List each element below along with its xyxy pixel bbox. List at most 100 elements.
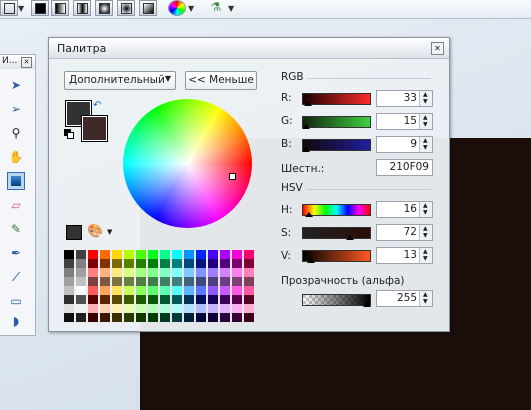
color-mode-arrow-icon[interactable]: ▼ xyxy=(188,4,194,13)
gradient-radial-button[interactable] xyxy=(117,0,135,16)
color-swatch[interactable] xyxy=(136,286,146,295)
h-slider-thumb[interactable] xyxy=(305,212,313,217)
v-stepper[interactable]: 13 ▲ ▼ xyxy=(376,247,433,264)
alpha-stepper[interactable]: 255 ▲ ▼ xyxy=(376,290,433,307)
color-swatch[interactable] xyxy=(172,250,182,259)
color-swatch[interactable] xyxy=(100,268,110,277)
color-swatch[interactable] xyxy=(208,250,218,259)
color-swatch[interactable] xyxy=(148,268,158,277)
color-swatch[interactable] xyxy=(124,259,134,268)
color-mode-icon[interactable] xyxy=(168,0,186,16)
color-swatch[interactable] xyxy=(112,259,122,268)
color-swatch[interactable] xyxy=(148,250,158,259)
palette-close-icon[interactable]: ✕ xyxy=(431,42,444,55)
color-swatch[interactable] xyxy=(124,277,134,286)
color-swatch[interactable] xyxy=(184,250,194,259)
color-swatch[interactable] xyxy=(76,313,86,322)
color-swatch[interactable] xyxy=(244,277,254,286)
b-stepper[interactable]: 9 ▲ ▼ xyxy=(376,136,433,153)
color-swatch[interactable] xyxy=(136,277,146,286)
color-swatch[interactable] xyxy=(196,250,206,259)
color-swatch[interactable] xyxy=(64,304,74,313)
color-swatch[interactable] xyxy=(124,268,134,277)
color-swatch[interactable] xyxy=(184,286,194,295)
color-swatch[interactable] xyxy=(208,286,218,295)
color-swatch[interactable] xyxy=(232,286,242,295)
v-slider-thumb[interactable] xyxy=(307,258,315,263)
b-slider[interactable] xyxy=(302,139,371,151)
color-swatch[interactable] xyxy=(136,313,146,322)
color-swatch[interactable] xyxy=(196,295,206,304)
color-swatch[interactable] xyxy=(100,259,110,268)
color-swatch[interactable] xyxy=(100,250,110,259)
flask-arrow-icon[interactable]: ▼ xyxy=(228,4,234,13)
color-swatch[interactable] xyxy=(172,268,182,277)
color-swatch[interactable] xyxy=(244,250,254,259)
color-swatch[interactable] xyxy=(232,304,242,313)
color-swatch[interactable] xyxy=(220,313,230,322)
color-swatch[interactable] xyxy=(160,313,170,322)
swap-colors-icon[interactable]: ↶ xyxy=(93,100,101,111)
line-curve-tool-icon[interactable]: ⁄ xyxy=(8,269,24,285)
color-swatch[interactable] xyxy=(148,295,158,304)
color-swatch[interactable] xyxy=(64,286,74,295)
freeform-shape-tool-icon[interactable]: ◗ xyxy=(8,313,24,329)
color-swatch[interactable] xyxy=(220,295,230,304)
color-swatch[interactable] xyxy=(232,259,242,268)
color-swatch[interactable] xyxy=(148,304,158,313)
gradient-diamond-button[interactable] xyxy=(95,0,113,16)
color-swatch[interactable] xyxy=(184,277,194,286)
color-swatch[interactable] xyxy=(232,313,242,322)
color-swatch[interactable] xyxy=(88,259,98,268)
alpha-slider-thumb[interactable] xyxy=(363,302,371,307)
color-swatch[interactable] xyxy=(184,313,194,322)
color-swatch[interactable] xyxy=(100,295,110,304)
color-swatch[interactable] xyxy=(196,268,206,277)
toolbar-arrow-icon[interactable]: ▼ xyxy=(18,4,24,13)
color-swatch[interactable] xyxy=(100,286,110,295)
color-swatch[interactable] xyxy=(196,286,206,295)
palette-menu-arrow-icon[interactable]: ▼ xyxy=(107,228,112,236)
color-swatch[interactable] xyxy=(184,304,194,313)
color-swatch[interactable] xyxy=(172,295,182,304)
color-swatch[interactable] xyxy=(64,277,74,286)
color-swatch[interactable] xyxy=(220,268,230,277)
color-swatch[interactable] xyxy=(88,313,98,322)
color-swatch[interactable] xyxy=(244,286,254,295)
toolbar-button-2[interactable] xyxy=(31,0,49,16)
r-stepper[interactable]: 33 ▲ ▼ xyxy=(376,90,433,107)
color-swatch[interactable] xyxy=(136,295,146,304)
color-swatch[interactable] xyxy=(208,268,218,277)
color-swatch[interactable] xyxy=(172,304,182,313)
color-swatch[interactable] xyxy=(208,259,218,268)
secondary-color-swatch[interactable] xyxy=(81,115,108,142)
color-swatch[interactable] xyxy=(88,277,98,286)
flask-icon[interactable]: ⚗ xyxy=(208,0,224,14)
color-swatch[interactable] xyxy=(184,259,194,268)
color-swatch[interactable] xyxy=(160,295,170,304)
palette-title-bar[interactable]: Палитра ✕ xyxy=(49,38,449,59)
palette-menu-icon[interactable]: 🎨 xyxy=(87,224,103,239)
color-swatch[interactable] xyxy=(220,277,230,286)
color-swatch[interactable] xyxy=(196,259,206,268)
color-swatch[interactable] xyxy=(76,259,86,268)
color-swatch[interactable] xyxy=(124,286,134,295)
color-swatch[interactable] xyxy=(148,286,158,295)
color-swatch[interactable] xyxy=(244,268,254,277)
gradient-tool-icon[interactable] xyxy=(7,172,25,190)
color-swatch[interactable] xyxy=(136,259,146,268)
color-swatch[interactable] xyxy=(88,286,98,295)
color-swatch[interactable] xyxy=(112,295,122,304)
color-swatch[interactable] xyxy=(220,250,230,259)
color-swatch[interactable] xyxy=(244,304,254,313)
color-swatch-grid[interactable] xyxy=(64,250,256,324)
move-selection-tool-icon[interactable]: ➤ xyxy=(8,77,24,93)
color-swatch[interactable] xyxy=(220,304,230,313)
color-swatch[interactable] xyxy=(244,295,254,304)
s-slider-thumb[interactable] xyxy=(346,235,354,240)
color-swatch[interactable] xyxy=(232,277,242,286)
color-swatch[interactable] xyxy=(88,268,98,277)
color-swatch[interactable] xyxy=(136,250,146,259)
color-swatch[interactable] xyxy=(136,268,146,277)
rectangle-tool-icon[interactable]: ▭ xyxy=(8,293,24,309)
